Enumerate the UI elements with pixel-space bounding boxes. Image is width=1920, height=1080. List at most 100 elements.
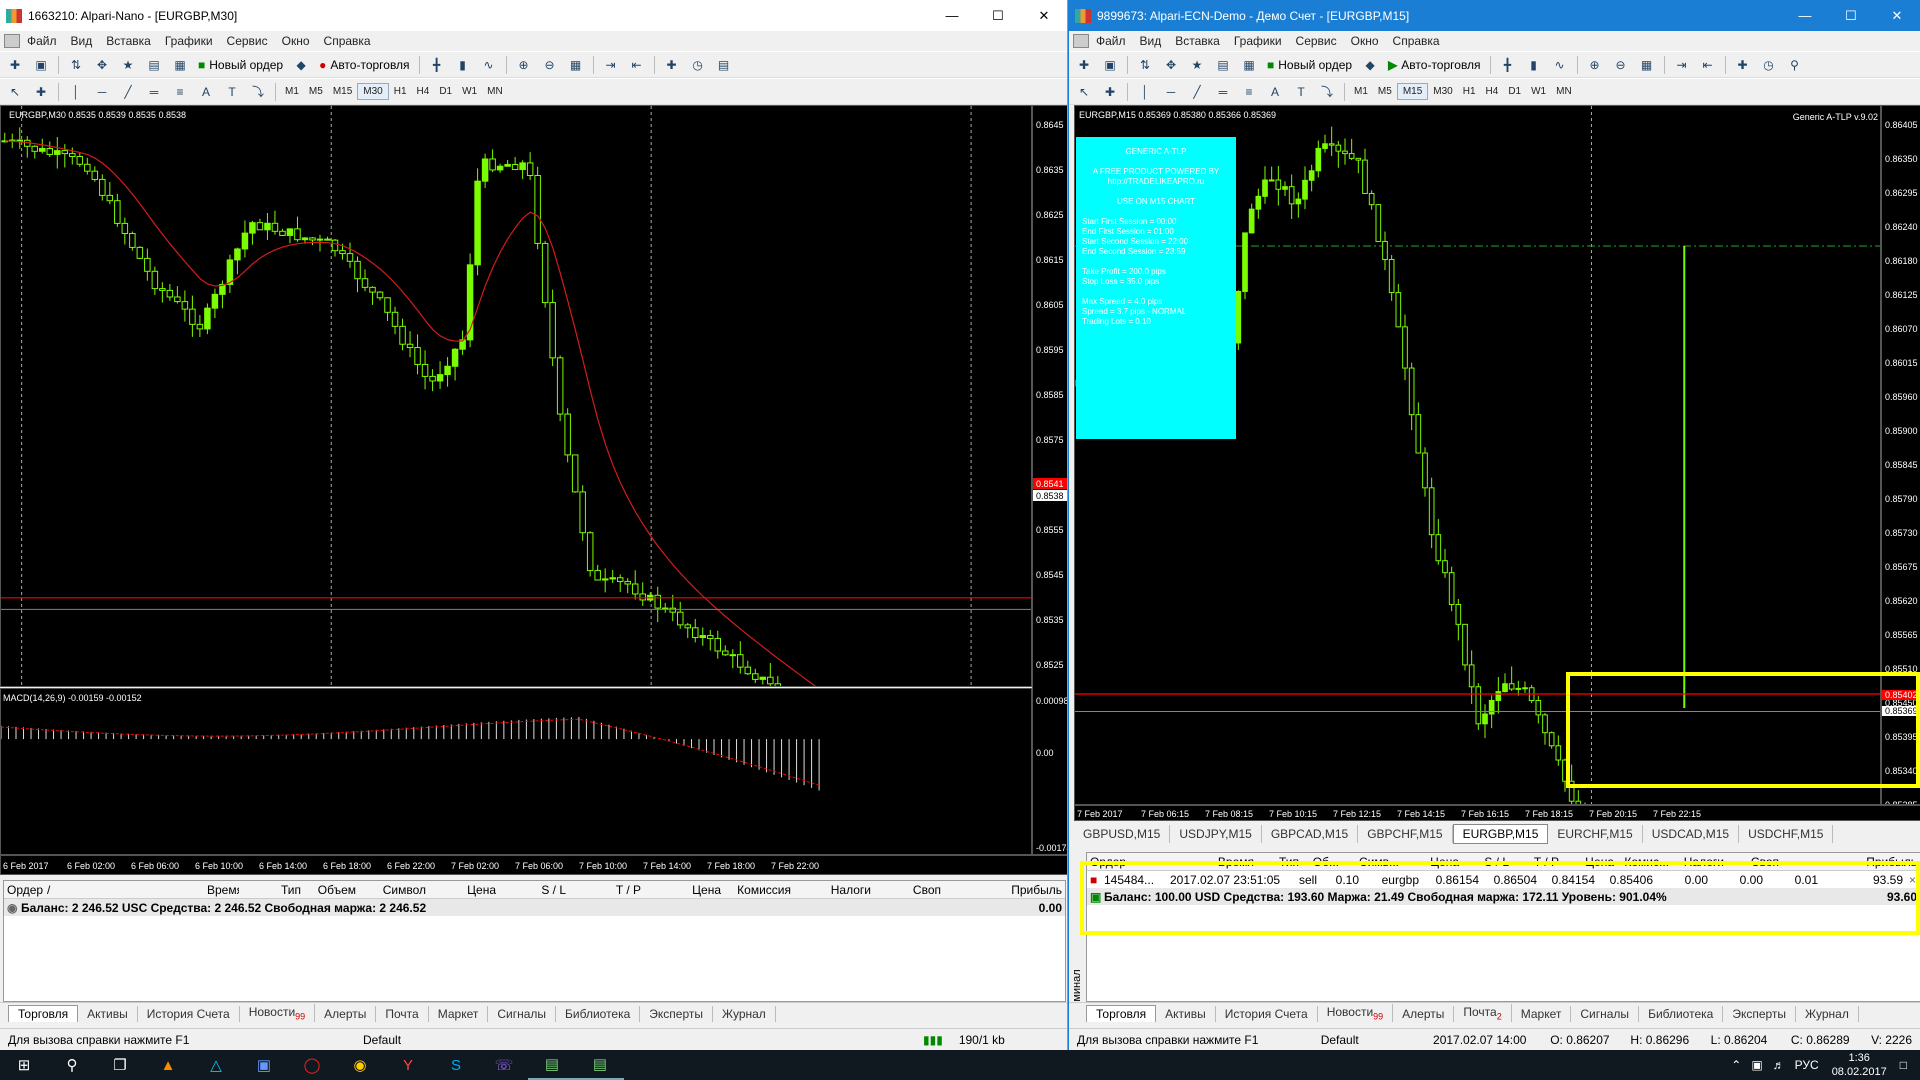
- metaeditor-icon[interactable]: ◆: [291, 56, 311, 74]
- trendline-icon[interactable]: ╱: [1187, 83, 1207, 101]
- tab-journal[interactable]: Журнал: [713, 1006, 776, 1022]
- search-icon[interactable]: ⚲: [48, 1050, 96, 1080]
- tab-alerts[interactable]: Алерты: [315, 1006, 377, 1022]
- tab-history[interactable]: История Счета: [1216, 1006, 1318, 1022]
- tab-signals[interactable]: Сигналы: [1571, 1006, 1640, 1022]
- navigator-icon[interactable]: ★: [118, 56, 138, 74]
- fibonacci-icon[interactable]: ≡: [170, 83, 190, 101]
- tf-h4[interactable]: H4: [412, 84, 435, 99]
- horizontal-line-icon[interactable]: ─: [1161, 83, 1181, 101]
- arrows-icon[interactable]: ⤵: [1317, 83, 1337, 101]
- tf-m1[interactable]: M1: [280, 84, 304, 99]
- auto-scroll-icon[interactable]: ⇥: [601, 56, 621, 74]
- network-icon[interactable]: ▣: [1746, 1058, 1767, 1072]
- symtab-gbpchf[interactable]: GBPCHF,M15: [1358, 825, 1453, 843]
- tab-signals[interactable]: Сигналы: [488, 1006, 557, 1022]
- auto-scroll-icon[interactable]: ⇥: [1672, 56, 1692, 74]
- vertical-line-icon[interactable]: │: [66, 83, 86, 101]
- skype-icon[interactable]: S: [432, 1050, 480, 1080]
- left-macd-pane[interactable]: MACD(14,26,9) -0.00159 -0.00152: [0, 688, 1032, 855]
- minimize-button[interactable]: —: [1782, 8, 1828, 23]
- tab-library[interactable]: Библиотека: [1639, 1006, 1724, 1022]
- symtab-usdchf[interactable]: USDCHF,M15: [1739, 825, 1834, 843]
- menu-window[interactable]: Окно: [275, 34, 317, 48]
- yandex-icon[interactable]: Y: [384, 1050, 432, 1080]
- text-icon[interactable]: A: [196, 83, 216, 101]
- zoom-out-icon[interactable]: ⊖: [1611, 56, 1631, 74]
- tf-d1[interactable]: D1: [1503, 84, 1526, 99]
- symtab-usdjpy[interactable]: USDJPY,M15: [1170, 825, 1262, 843]
- text-icon[interactable]: A: [1265, 83, 1285, 101]
- tf-w1[interactable]: W1: [457, 84, 482, 99]
- right-titlebar[interactable]: 9899673: Alpari-ECN-Demo - Демо Счет - […: [1069, 0, 1920, 31]
- viber-icon[interactable]: ☏: [480, 1050, 528, 1080]
- tab-library[interactable]: Библиотека: [556, 1006, 641, 1022]
- templates-icon[interactable]: ▤: [714, 56, 734, 74]
- tester-icon[interactable]: ▦: [1239, 56, 1259, 74]
- crosshair-icon[interactable]: ✚: [31, 83, 51, 101]
- tab-trade[interactable]: Торговля: [1086, 1005, 1157, 1022]
- task-view-icon[interactable]: ❐: [96, 1050, 144, 1080]
- line-chart-icon[interactable]: ∿: [1550, 56, 1570, 74]
- menu-insert[interactable]: Вставка: [99, 34, 158, 48]
- tf-m5[interactable]: M5: [304, 84, 328, 99]
- chart-shift-icon[interactable]: ⇤: [627, 56, 647, 74]
- market-watch-icon[interactable]: ⇅: [66, 56, 86, 74]
- close-button[interactable]: ✕: [1874, 8, 1920, 24]
- search-icon[interactable]: ⚲: [1785, 56, 1805, 74]
- data-window-icon[interactable]: ✥: [92, 56, 112, 74]
- notifications-icon[interactable]: □: [1895, 1058, 1912, 1072]
- maximize-button[interactable]: ☐: [975, 8, 1021, 24]
- label-icon[interactable]: T: [1291, 83, 1311, 101]
- chrome-icon[interactable]: ◉: [336, 1050, 384, 1080]
- vlc-icon[interactable]: ▲: [144, 1050, 192, 1080]
- tf-h1[interactable]: H1: [1458, 84, 1481, 99]
- terminal-icon[interactable]: ▤: [1213, 56, 1233, 74]
- channel-icon[interactable]: ═: [1213, 83, 1233, 101]
- new-chart-icon[interactable]: ✚: [1074, 56, 1094, 74]
- start-button[interactable]: ⊞: [0, 1050, 48, 1080]
- close-button[interactable]: ✕: [1021, 8, 1067, 24]
- navigator-icon[interactable]: ★: [1187, 56, 1207, 74]
- chart-shift-icon[interactable]: ⇤: [1698, 56, 1718, 74]
- tf-m15[interactable]: M15: [1396, 83, 1429, 100]
- symtab-gbpusd[interactable]: GBPUSD,M15: [1074, 825, 1171, 843]
- fibonacci-icon[interactable]: ≡: [1239, 83, 1259, 101]
- clock[interactable]: 1:36 08.02.2017: [1824, 1051, 1895, 1079]
- menu-charts[interactable]: Графики: [1227, 34, 1289, 48]
- label-icon[interactable]: T: [222, 83, 242, 101]
- new-order-button[interactable]: ■ Новый ордер: [193, 55, 288, 75]
- tf-m30[interactable]: M30: [357, 83, 389, 100]
- symtab-eurgbp[interactable]: EURGBP,M15: [1452, 824, 1549, 844]
- language-indicator[interactable]: РУС: [1790, 1058, 1824, 1072]
- tile-windows-icon[interactable]: ▦: [566, 56, 586, 74]
- tab-mail[interactable]: Почта: [376, 1006, 429, 1022]
- save-app-icon[interactable]: ▣: [240, 1050, 288, 1080]
- indicators-icon[interactable]: ✚: [662, 56, 682, 74]
- minimize-button[interactable]: —: [929, 8, 975, 23]
- maximize-button[interactable]: ☐: [1828, 8, 1874, 24]
- trendline-icon[interactable]: ╱: [118, 83, 138, 101]
- left-balance-row[interactable]: ◉ Баланс: 2 246.52 USC Средства: 2 246.5…: [4, 899, 1065, 916]
- tf-m30[interactable]: M30: [1428, 84, 1457, 99]
- menu-view[interactable]: Вид: [1133, 34, 1169, 48]
- tab-trade[interactable]: Торговля: [8, 1005, 79, 1022]
- menu-view[interactable]: Вид: [64, 34, 100, 48]
- candlestick-icon[interactable]: ▮: [453, 56, 473, 74]
- metatrader-taskbar-1[interactable]: ▤: [528, 1050, 576, 1080]
- menu-tools[interactable]: Сервис: [220, 34, 275, 48]
- tab-market[interactable]: Маркет: [429, 1006, 489, 1022]
- symtab-usdcad[interactable]: USDCAD,M15: [1643, 825, 1740, 843]
- tab-market[interactable]: Маркет: [1512, 1006, 1572, 1022]
- tab-assets[interactable]: Активы: [1156, 1006, 1216, 1022]
- profiles-icon[interactable]: ▣: [1100, 56, 1120, 74]
- bar-chart-icon[interactable]: ╋: [427, 56, 447, 74]
- tab-journal[interactable]: Журнал: [1796, 1006, 1859, 1022]
- left-price-chart[interactable]: EURGBP,M30 0.8535 0.8539 0.8535 0.8538: [0, 105, 1032, 687]
- menu-charts[interactable]: Графики: [158, 34, 220, 48]
- menu-tools[interactable]: Сервис: [1289, 34, 1344, 48]
- periods-icon[interactable]: ◷: [688, 56, 708, 74]
- cursor-icon[interactable]: ↖: [5, 83, 25, 101]
- tf-h1[interactable]: H1: [389, 84, 412, 99]
- tab-alerts[interactable]: Алерты: [1393, 1006, 1455, 1022]
